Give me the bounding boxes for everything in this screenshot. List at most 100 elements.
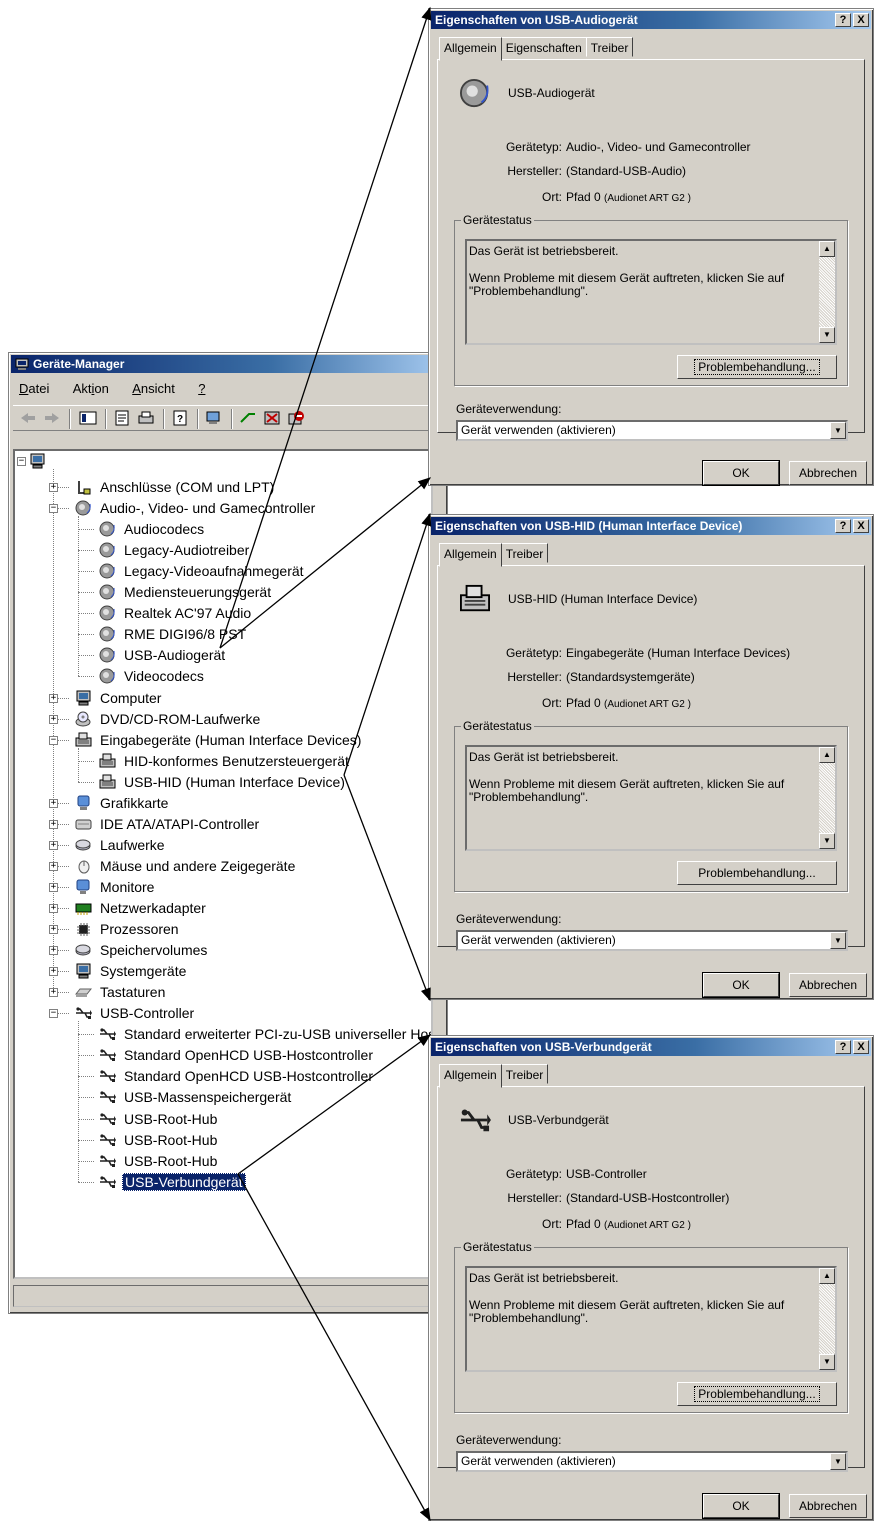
tree-node[interactable]: Legacy-Videoaufnahmegerät [99,561,306,581]
tree-node[interactable]: Systemgeräte [75,961,188,981]
print-icon[interactable] [137,410,155,426]
expand-toggle[interactable]: + [49,861,58,871]
update-driver-icon[interactable] [239,410,257,426]
cancel-button[interactable]: Abbrechen [789,973,867,997]
tree-node[interactable]: Laufwerke [75,835,167,855]
help-button[interactable]: ? [835,519,851,533]
chevron-down-icon[interactable]: ▼ [830,1453,846,1470]
device-usage-select[interactable]: Gerät verwenden (aktivieren) ▼ [456,1451,848,1472]
close-button[interactable]: X [853,519,869,533]
device-usage-select[interactable]: Gerät verwenden (aktivieren) ▼ [456,420,848,441]
expand-toggle[interactable]: + [49,714,58,724]
tab-properties[interactable]: Eigenschaften [500,37,587,57]
disable-device-icon[interactable] [287,410,305,426]
tree-node[interactable]: USB-Root-Hub [99,1151,219,1171]
expand-toggle[interactable]: + [49,693,58,703]
help-button[interactable]: ? [835,1040,851,1054]
tree-node[interactable]: USB-Massenspeichergerät [99,1087,293,1107]
scan-hardware-icon[interactable] [205,410,223,426]
tree-node[interactable]: Legacy-Audiotreiber [99,540,251,560]
tab-general[interactable]: Allgemein [439,1064,502,1088]
dialog-titlebar[interactable]: Eigenschaften von USB-Audiogerät? X [431,11,871,29]
properties-icon[interactable] [113,410,131,426]
device-tree[interactable]: − + Anschlüsse (COM und LPT) − Audio-, Video… [13,449,433,1279]
dialog-titlebar[interactable]: Eigenschaften von USB-HID (Human Interfa… [431,517,871,535]
tree-node[interactable]: USB-Root-Hub [99,1109,219,1129]
menu-aktion[interactable]: Aktion [67,377,115,396]
status-scrollbar[interactable]: ▲ ▼ [819,1268,835,1370]
tree-node[interactable]: Mäuse und andere Zeigegeräte [75,856,297,876]
ok-button[interactable]: OK [702,1493,780,1519]
scroll-down-icon[interactable]: ▼ [819,327,835,343]
status-scrollbar[interactable]: ▲ ▼ [819,747,835,849]
chevron-down-icon[interactable]: ▼ [830,422,846,439]
tree-node[interactable]: IDE ATA/ATAPI-Controller [75,814,261,834]
expand-toggle[interactable]: − [49,504,58,514]
cancel-button[interactable]: Abbrechen [789,1494,867,1518]
tree-node[interactable]: USB-HID (Human Interface Device) [99,772,347,792]
tree-node[interactable]: Anschlüsse (COM und LPT) [75,477,276,497]
chevron-down-icon[interactable]: ▼ [830,932,846,949]
tree-node[interactable]: Audio-, Video- und Gamecontroller [75,498,317,518]
tree-node[interactable]: HID-konformes Benutzersteuergerät [99,751,351,771]
expand-toggle[interactable]: + [49,904,58,913]
expand-toggle[interactable]: − [49,735,58,745]
tree-node[interactable]: Computer [75,688,163,708]
tree-node[interactable]: RME DIGI96/8 PST [99,624,248,644]
menu-ansicht[interactable]: Ansicht [126,377,181,396]
troubleshoot-button[interactable]: Problembehandlung... [677,355,837,379]
tab-general[interactable]: Allgemein [439,543,502,567]
tab-driver[interactable]: Treiber [500,1064,549,1084]
help-button[interactable]: ? [835,13,851,27]
scroll-up-icon[interactable]: ▲ [819,241,835,257]
menu-help[interactable]: ? [192,377,211,396]
tree-node[interactable]: USB-Controller [75,1003,196,1023]
forward-arrow-icon[interactable] [43,410,61,426]
cancel-button[interactable]: Abbrechen [789,461,867,485]
expand-toggle[interactable]: − [49,1009,58,1019]
scroll-up-icon[interactable]: ▲ [819,747,835,763]
scroll-down-icon[interactable]: ▼ [819,1354,835,1370]
troubleshoot-button[interactable]: Problembehandlung... [677,861,837,885]
expand-toggle[interactable]: + [49,967,58,977]
device-usage-select[interactable]: Gerät verwenden (aktivieren) ▼ [456,930,848,951]
tree-node[interactable]: Speichervolumes [75,940,209,960]
expand-toggle[interactable]: + [49,483,58,492]
tree-node[interactable]: USB-Audiogerät [99,645,227,665]
scroll-down-icon[interactable]: ▼ [819,833,835,849]
tree-node[interactable]: USB-Verbundgerät [99,1172,246,1192]
tab-general[interactable]: Allgemein [439,37,502,61]
tree-node[interactable]: Tastaturen [74,982,167,1002]
ok-button[interactable]: OK [702,972,780,998]
tab-driver[interactable]: Treiber [500,543,549,563]
dialog-titlebar[interactable]: Eigenschaften von USB-Verbundgerät? X [431,1038,871,1056]
scroll-up-icon[interactable]: ▲ [819,1268,835,1284]
tree-node[interactable]: Mediensteuerungsgerät [99,582,273,602]
tree-node[interactable]: Eingabegeräte (Human Interface Devices) [75,730,363,750]
menu-datei[interactable]: Datei [13,377,55,396]
tree-node[interactable]: USB-Root-Hub [99,1130,219,1150]
expand-toggle[interactable]: + [49,882,58,892]
uninstall-icon[interactable] [263,410,281,426]
console-tree-icon[interactable] [79,410,97,426]
expand-toggle[interactable]: + [49,988,58,998]
expand-toggle[interactable]: + [49,925,58,935]
tree-node[interactable]: DVD/CD-ROM-Laufwerke [75,709,262,729]
status-scrollbar[interactable]: ▲ ▼ [819,241,835,343]
expand-toggle[interactable]: + [49,798,58,808]
tree-node[interactable]: Grafikkarte [75,793,170,813]
tree-node[interactable]: Videocodecs [99,666,206,686]
close-button[interactable]: X [853,13,869,27]
tree-node[interactable]: Monitore [75,877,156,897]
back-arrow-icon[interactable] [19,410,37,426]
tree-node[interactable]: Netzwerkadapter [75,898,208,918]
ok-button[interactable]: OK [702,460,780,486]
device-manager-titlebar[interactable]: Geräte-Manager [11,355,445,373]
tree-node[interactable]: Standard OpenHCD USB-Hostcontroller [99,1045,375,1065]
tree-node[interactable]: Standard OpenHCD USB-Hostcontroller [99,1066,375,1086]
tree-root-computer[interactable] [29,451,52,471]
tab-driver[interactable]: Treiber [585,37,634,57]
tree-node[interactable]: Realtek AC'97 Audio [99,603,253,623]
close-button[interactable]: X [853,1040,869,1054]
expand-toggle[interactable]: + [49,946,58,956]
